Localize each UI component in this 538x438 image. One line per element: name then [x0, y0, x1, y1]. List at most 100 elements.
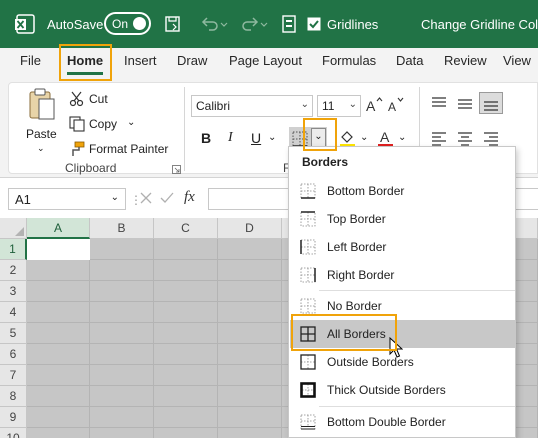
- menu-item-bottom-double-border[interactable]: Bottom Double Border: [290, 408, 516, 436]
- menu-item-top-border[interactable]: Top Border: [290, 205, 516, 233]
- menu-item-bottom-border[interactable]: Bottom Border: [290, 177, 516, 205]
- bottom-border-icon: [300, 183, 316, 199]
- column-header-b[interactable]: B: [90, 218, 154, 239]
- borders-menu: Borders Bottom Border Top Border Left Bo…: [288, 146, 516, 438]
- fill-color-dropdown-icon[interactable]: ⌄: [360, 132, 368, 143]
- format-painter-icon[interactable]: [69, 141, 85, 160]
- left-border-icon: [300, 239, 316, 255]
- right-border-icon: [300, 267, 316, 283]
- gridlines-checkbox[interactable]: [307, 0, 321, 48]
- font-size-dropdown-icon: ⌄: [348, 99, 357, 110]
- paste-button[interactable]: Paste: [26, 127, 57, 141]
- clipboard-launcher-icon[interactable]: [172, 163, 181, 177]
- highlight-borders-dropdown: [303, 118, 337, 151]
- tab-view[interactable]: View: [503, 53, 531, 68]
- menu-item-label: Bottom Border: [327, 184, 405, 198]
- row-header-6[interactable]: 6: [0, 344, 27, 365]
- font-name-value: Calibri: [196, 99, 231, 113]
- active-cell-a1[interactable]: [27, 239, 90, 260]
- clipboard-group-label: Clipboard: [65, 161, 117, 175]
- gridlines-label: Gridlines: [327, 16, 379, 32]
- row-header-9[interactable]: 9: [0, 407, 27, 428]
- confirm-entry-icon[interactable]: [160, 192, 174, 207]
- highlight-all-borders: [291, 314, 397, 351]
- column-header-d[interactable]: D: [218, 218, 282, 239]
- name-box-dropdown-icon: ⌄: [110, 192, 119, 203]
- cancel-entry-icon[interactable]: [140, 192, 152, 207]
- select-all-corner[interactable]: [0, 218, 27, 239]
- row-header-7[interactable]: 7: [0, 365, 27, 386]
- menu-item-left-border[interactable]: Left Border: [290, 233, 516, 261]
- menu-separator: [319, 290, 515, 291]
- name-box[interactable]: A1 ⌄: [8, 188, 126, 210]
- menu-item-thick-outside-borders[interactable]: Thick Outside Borders: [290, 376, 516, 404]
- form-icon[interactable]: [282, 0, 296, 48]
- tab-draw[interactable]: Draw: [177, 53, 207, 68]
- tab-review[interactable]: Review: [444, 53, 487, 68]
- tab-insert[interactable]: Insert: [124, 53, 157, 68]
- group-separator: [184, 87, 185, 171]
- font-name-combo[interactable]: Calibri ⌄: [191, 95, 313, 117]
- tab-page-layout[interactable]: Page Layout: [229, 53, 302, 68]
- document-title: Change Gridline Colo: [421, 16, 538, 32]
- menu-item-outside-borders[interactable]: Outside Borders: [290, 348, 516, 376]
- menu-item-label: Bottom Double Border: [327, 415, 446, 429]
- toggle-knob: [133, 17, 146, 30]
- middle-align-icon[interactable]: [457, 97, 473, 114]
- tab-file[interactable]: File: [20, 53, 41, 68]
- row-header-1[interactable]: 1: [0, 239, 27, 260]
- borders-menu-title: Borders: [302, 155, 349, 169]
- row-header-5[interactable]: 5: [0, 323, 27, 344]
- copy-button[interactable]: Copy: [89, 117, 117, 131]
- svg-text:A: A: [380, 129, 390, 145]
- svg-text:A: A: [366, 98, 376, 113]
- cut-icon[interactable]: [69, 91, 85, 110]
- font-color-dropdown-icon[interactable]: ⌄: [398, 132, 406, 143]
- row-header-8[interactable]: 8: [0, 386, 27, 407]
- format-painter-button[interactable]: Format Painter: [89, 142, 168, 156]
- menu-item-label: Right Border: [327, 268, 395, 282]
- font-name-dropdown-icon: ⌄: [300, 99, 309, 110]
- name-box-value: A1: [15, 192, 31, 207]
- excel-logo-icon: [14, 0, 36, 48]
- menu-item-label: Thick Outside Borders: [327, 383, 446, 397]
- row-header-4[interactable]: 4: [0, 302, 27, 323]
- copy-dropdown-icon[interactable]: ⌄: [127, 117, 135, 128]
- paste-dropdown-icon[interactable]: ⌄: [37, 143, 45, 154]
- bold-button[interactable]: B: [201, 130, 211, 146]
- outside-borders-icon: [300, 354, 316, 370]
- highlight-home-tab: [59, 44, 112, 81]
- tab-data[interactable]: Data: [396, 53, 423, 68]
- menu-item-right-border[interactable]: Right Border: [290, 261, 516, 289]
- undo-icon[interactable]: [200, 0, 228, 48]
- row-header-3[interactable]: 3: [0, 281, 27, 302]
- row-header-10[interactable]: 10: [0, 428, 27, 438]
- column-header-a[interactable]: A: [27, 218, 90, 239]
- autosave-state: On: [112, 16, 129, 31]
- column-header-c[interactable]: C: [154, 218, 218, 239]
- menu-item-label: Left Border: [327, 240, 387, 254]
- underline-dropdown-icon[interactable]: ⌄: [268, 132, 276, 143]
- insert-function-icon[interactable]: fx: [184, 189, 195, 206]
- top-align-icon[interactable]: [431, 97, 447, 114]
- italic-button[interactable]: I: [228, 130, 233, 146]
- underline-button[interactable]: U: [251, 130, 261, 146]
- menu-item-label: Top Border: [327, 212, 386, 226]
- copy-icon[interactable]: [69, 116, 85, 135]
- row-header-2[interactable]: 2: [0, 260, 27, 281]
- svg-text:A: A: [388, 100, 396, 113]
- redo-icon[interactable]: [240, 0, 268, 48]
- bottom-double-border-icon: [300, 414, 316, 430]
- tab-formulas[interactable]: Formulas: [322, 53, 376, 68]
- font-size-value: 11: [322, 99, 335, 113]
- autosave-toggle[interactable]: On: [104, 12, 151, 35]
- increase-font-size-icon[interactable]: A: [365, 95, 383, 116]
- cut-button[interactable]: Cut: [89, 92, 108, 106]
- decrease-font-size-icon[interactable]: A: [387, 95, 405, 116]
- bottom-align-button[interactable]: [479, 92, 503, 114]
- font-size-combo[interactable]: 11 ⌄: [317, 95, 361, 117]
- save-icon[interactable]: [164, 0, 182, 48]
- thick-outside-borders-icon: [300, 382, 316, 398]
- menu-item-label: No Border: [327, 299, 382, 313]
- paste-icon[interactable]: [27, 87, 57, 126]
